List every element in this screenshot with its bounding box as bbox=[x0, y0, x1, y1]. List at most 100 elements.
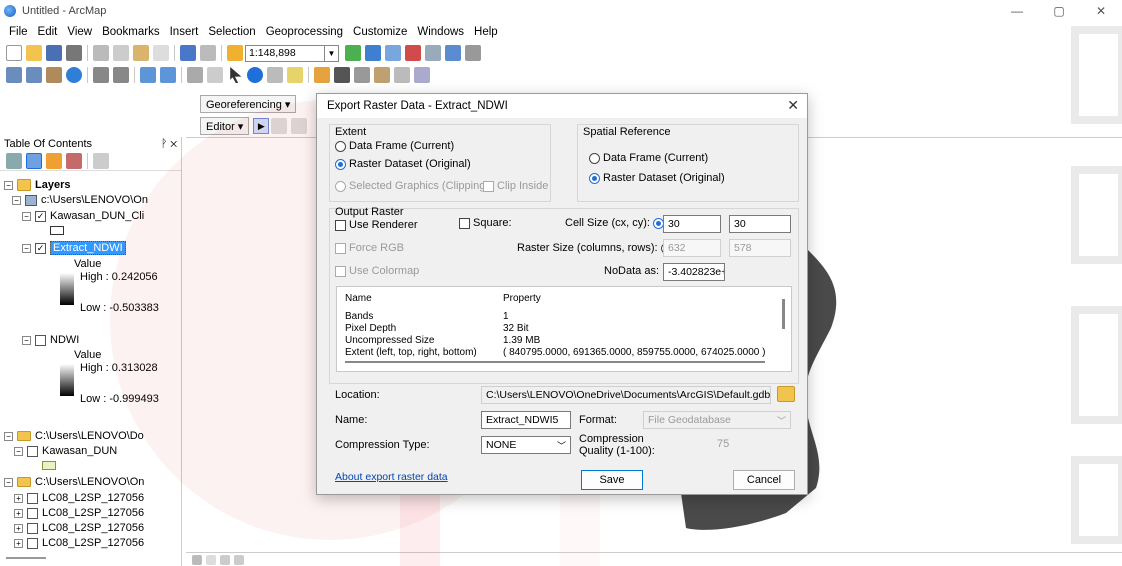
back-arrow-icon[interactable] bbox=[140, 67, 156, 83]
model-builder-icon[interactable] bbox=[465, 45, 481, 61]
nodata-input[interactable]: -3.402823e+: bbox=[663, 263, 725, 281]
chevron-down-icon[interactable]: ▼ bbox=[325, 44, 339, 62]
square-checkbox[interactable]: Square: bbox=[459, 217, 512, 229]
pause-drawing-icon[interactable] bbox=[234, 554, 244, 565]
menu-view[interactable]: View bbox=[62, 26, 97, 38]
location-input[interactable]: C:\Users\LENOVO\OneDrive\Documents\ArcGI… bbox=[481, 386, 771, 404]
html-popup-icon[interactable] bbox=[287, 67, 303, 83]
legend-gradient-ramp[interactable] bbox=[60, 273, 74, 305]
hyperlink-icon[interactable] bbox=[267, 67, 283, 83]
menu-selection[interactable]: Selection bbox=[203, 26, 260, 38]
cell-cx-input[interactable]: 30 bbox=[663, 215, 721, 233]
checkbox[interactable] bbox=[459, 217, 470, 229]
python-window-icon[interactable] bbox=[445, 45, 461, 61]
force-rgb-checkbox[interactable]: Force RGB bbox=[335, 242, 404, 254]
list-by-visibility-icon[interactable] bbox=[46, 152, 62, 169]
toc-layer-lc08[interactable]: + LC08_L2SP_127056 bbox=[14, 492, 144, 504]
compression-type-select[interactable]: NONE ﹀ bbox=[481, 436, 571, 454]
print-icon[interactable] bbox=[66, 45, 82, 61]
checkbox[interactable] bbox=[335, 265, 346, 277]
clip-inside-checkbox[interactable]: Clip Inside bbox=[483, 180, 548, 192]
collapse-icon[interactable]: − bbox=[22, 211, 31, 221]
radio-button[interactable] bbox=[589, 152, 600, 164]
spatial-raster-dataset-radio[interactable]: Raster Dataset (Original) bbox=[589, 172, 725, 184]
collapse-icon[interactable]: − bbox=[12, 195, 21, 205]
open-folder-icon[interactable] bbox=[26, 45, 42, 61]
zoom-in-icon[interactable] bbox=[6, 67, 22, 83]
toc-layer-lc08[interactable]: + LC08_L2SP_127056 bbox=[14, 507, 144, 519]
checkbox[interactable] bbox=[483, 180, 494, 192]
create-viewer-window-icon[interactable] bbox=[414, 67, 430, 83]
arctoolbox-icon[interactable] bbox=[425, 45, 441, 61]
radio-button[interactable] bbox=[335, 180, 346, 192]
expand-icon[interactable]: + bbox=[14, 523, 23, 533]
toc-layer-ndwi[interactable]: − NDWI bbox=[22, 334, 79, 346]
find-route-icon[interactable] bbox=[354, 67, 370, 83]
save-icon[interactable] bbox=[46, 45, 62, 61]
collapse-icon[interactable]: − bbox=[22, 243, 31, 253]
fixed-zoom-in-icon[interactable] bbox=[93, 67, 109, 83]
save-button[interactable]: Save bbox=[581, 470, 643, 490]
menu-geoprocessing[interactable]: Geoprocessing bbox=[261, 26, 348, 38]
time-slider-icon[interactable] bbox=[394, 67, 410, 83]
browse-folder-icon[interactable] bbox=[777, 386, 795, 402]
layer-visibility-checkbox[interactable] bbox=[27, 492, 38, 504]
extent-data-frame-radio[interactable]: Data Frame (Current) bbox=[335, 140, 454, 152]
chevron-down-icon[interactable]: ﹀ bbox=[557, 439, 566, 452]
menu-windows[interactable]: Windows bbox=[412, 26, 469, 38]
expand-icon[interactable]: + bbox=[14, 508, 23, 518]
use-colormap-checkbox[interactable]: Use Colormap bbox=[335, 265, 419, 277]
layer-visibility-checkbox[interactable]: ✓ bbox=[35, 242, 46, 254]
refresh-icon[interactable] bbox=[220, 554, 230, 565]
layout-view-icon[interactable] bbox=[206, 554, 216, 565]
spatial-data-frame-radio[interactable]: Data Frame (Current) bbox=[589, 152, 708, 164]
add-data-icon[interactable] bbox=[227, 45, 243, 61]
fixed-zoom-out-icon[interactable] bbox=[113, 67, 129, 83]
georeferencing-menu-button[interactable]: Georeferencing ▾ bbox=[200, 95, 297, 113]
toc-pin-close[interactable]: ᚹ ✕ bbox=[161, 138, 177, 150]
paste-icon[interactable] bbox=[133, 45, 149, 61]
toc-folder-row[interactable]: − C:\Users\LENOVO\Do bbox=[4, 430, 144, 442]
collapse-icon[interactable]: − bbox=[14, 446, 23, 456]
straight-segment-icon[interactable] bbox=[291, 118, 308, 134]
toc-layer-lc08[interactable]: + LC08_L2SP_127056 bbox=[14, 522, 144, 534]
compression-quality-value[interactable]: 75 bbox=[717, 438, 729, 450]
collapse-icon[interactable]: − bbox=[4, 180, 13, 190]
identify-icon[interactable] bbox=[247, 67, 263, 83]
radio-button-selected[interactable] bbox=[589, 172, 600, 184]
raster-size-option[interactable]: Raster Size (columns, rows): bbox=[517, 242, 675, 254]
format-select[interactable]: File Geodatabase ﹀ bbox=[643, 411, 791, 429]
pan-hand-icon[interactable] bbox=[46, 67, 62, 83]
menu-edit[interactable]: Edit bbox=[33, 26, 63, 38]
search-window-icon[interactable] bbox=[405, 45, 421, 61]
forward-arrow-icon[interactable] bbox=[160, 67, 176, 83]
layer-visibility-checkbox[interactable] bbox=[27, 507, 38, 519]
menu-bookmarks[interactable]: Bookmarks bbox=[97, 26, 165, 38]
expand-icon[interactable]: + bbox=[14, 538, 23, 548]
find-binoculars-icon[interactable] bbox=[334, 67, 350, 83]
toc-layer-extract-ndwi[interactable]: − ✓ Extract_NDWI bbox=[22, 241, 126, 255]
edit-tool-arrow-icon[interactable]: ▶ bbox=[253, 118, 270, 134]
toc-folder-row[interactable]: − C:\Users\LENOVO\On bbox=[4, 476, 144, 488]
select-elements-arrow-icon[interactable] bbox=[230, 67, 242, 83]
toc-gdb-row[interactable]: − c:\Users\LENOVO\On bbox=[12, 194, 148, 206]
expand-icon[interactable]: + bbox=[14, 493, 23, 503]
collapse-icon[interactable]: − bbox=[4, 431, 13, 441]
catalog-icon[interactable] bbox=[385, 45, 401, 61]
about-export-link[interactable]: About export raster data bbox=[335, 471, 448, 483]
full-extent-globe-icon[interactable] bbox=[66, 67, 82, 83]
delete-icon[interactable] bbox=[153, 45, 169, 61]
toc-layer-kawasan-clip[interactable]: − ✓ Kawasan_DUN_Cli bbox=[22, 210, 144, 222]
cell-size-option[interactable]: Cell Size (cx, cy): bbox=[565, 217, 667, 229]
list-by-drawing-order-icon[interactable] bbox=[6, 152, 22, 169]
chevron-down-icon[interactable]: ﹀ bbox=[777, 414, 786, 427]
table-of-contents-icon[interactable] bbox=[365, 45, 381, 61]
menu-insert[interactable]: Insert bbox=[165, 26, 204, 38]
map-scale-input[interactable]: 1:148,898 bbox=[245, 44, 325, 62]
layer-visibility-checkbox[interactable] bbox=[27, 537, 38, 549]
menu-customize[interactable]: Customize bbox=[348, 26, 412, 38]
editor-toolbar-icon[interactable] bbox=[345, 45, 361, 61]
options-icon[interactable] bbox=[93, 152, 109, 169]
radio-button-selected[interactable] bbox=[335, 158, 346, 170]
dialog-close-icon[interactable]: ✕ bbox=[787, 97, 799, 114]
